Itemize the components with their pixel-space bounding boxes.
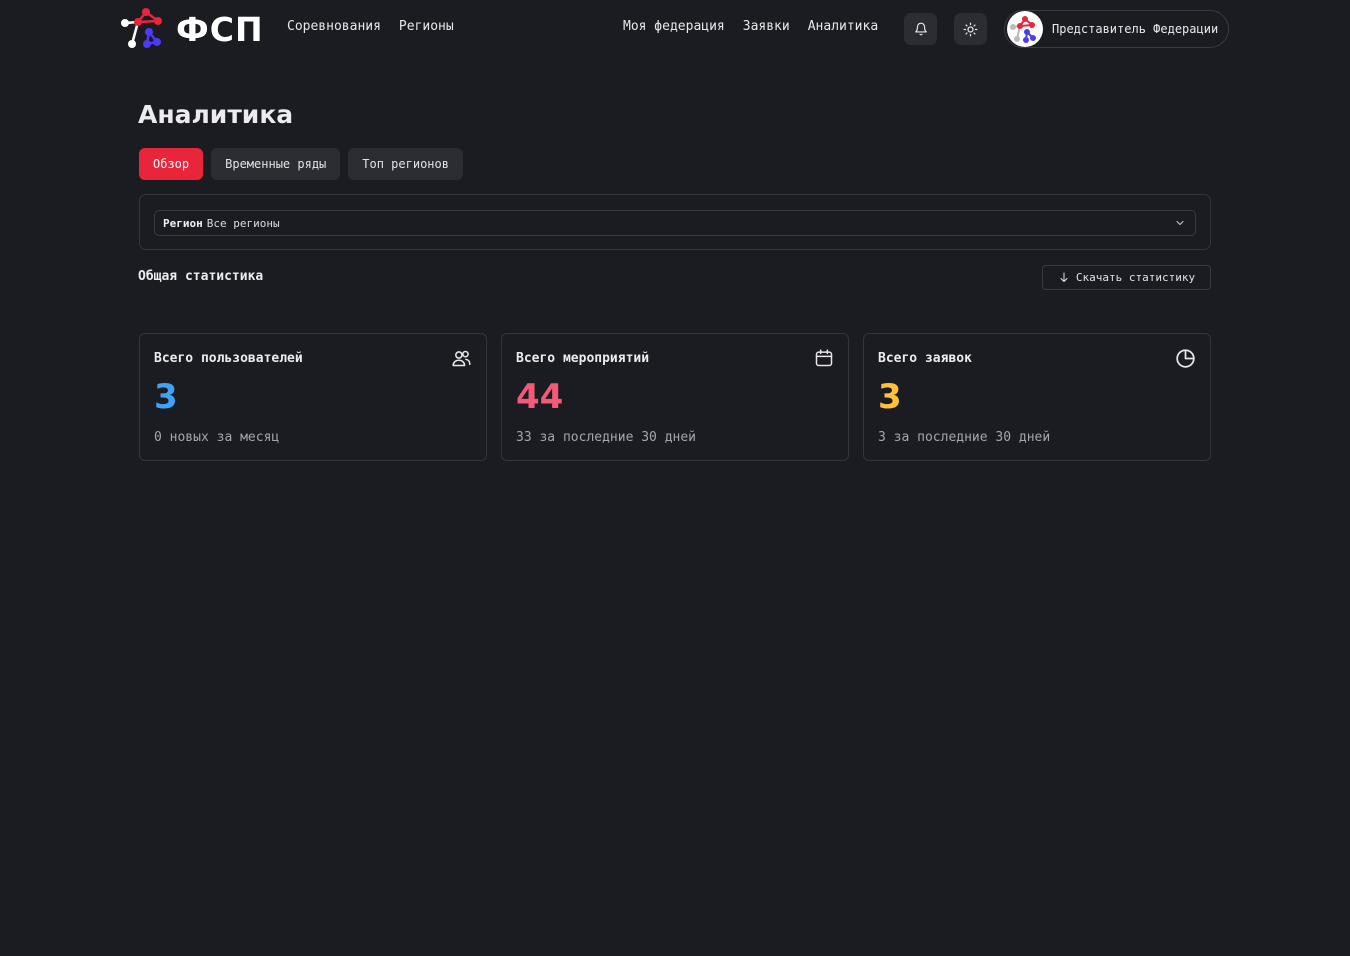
- main-nav: Соревнования Регионы: [287, 19, 454, 34]
- tab-top-regions[interactable]: Топ регионов: [348, 148, 463, 180]
- chevron-down-icon: [1176, 220, 1184, 226]
- nav-link-regions[interactable]: Регионы: [399, 19, 454, 34]
- theme-toggle-button[interactable]: [954, 13, 987, 45]
- stat-card-subtitle: 0 новых за месяц: [154, 430, 280, 445]
- stat-card-title: Всего заявок: [878, 351, 972, 366]
- region-select-value: Все регионы: [206, 216, 280, 230]
- bell-icon: [914, 22, 927, 36]
- nav-link-my-federation[interactable]: Моя федерация: [623, 19, 725, 34]
- nav-link-competitions[interactable]: Соревнования: [287, 19, 381, 34]
- notifications-button[interactable]: [904, 13, 937, 45]
- avatar: [1007, 11, 1043, 47]
- user-nav: Моя федерация Заявки Аналитика: [623, 19, 878, 34]
- nav-link-applications[interactable]: Заявки: [743, 19, 790, 34]
- user-menu[interactable]: Представитель Федерации: [1004, 10, 1229, 48]
- section-title: Общая статистика: [138, 269, 264, 284]
- download-stats-button[interactable]: Скачать статистику: [1042, 265, 1211, 290]
- stat-card-title: Всего пользователей: [154, 351, 303, 366]
- nav-link-analytics[interactable]: Аналитика: [808, 19, 878, 34]
- stat-card-value: 3: [878, 377, 902, 417]
- analytics-tabs: Обзор Временные ряды Топ регионов: [139, 148, 463, 180]
- stat-card-title: Всего мероприятий: [516, 351, 650, 366]
- stat-card-value: 3: [154, 377, 178, 417]
- tab-overview[interactable]: Обзор: [139, 148, 204, 180]
- pie-chart-icon: [1176, 349, 1195, 368]
- region-select[interactable]: Регион Все регионы: [154, 210, 1196, 236]
- region-select-label: Регион: [163, 216, 203, 230]
- filter-panel: Регион Все регионы: [139, 194, 1211, 250]
- users-icon: [452, 350, 471, 367]
- page-title: Аналитика: [138, 100, 294, 129]
- logo[interactable]: ФСП: [120, 6, 264, 52]
- stat-card-subtitle: 33 за последние 30 дней: [516, 430, 697, 445]
- logo-text: ФСП: [176, 9, 264, 49]
- stat-card-value: 44: [516, 377, 564, 417]
- sun-icon: [963, 22, 978, 36]
- avatar-logo-icon: [1010, 16, 1036, 43]
- stat-card-users: Всего пользователей 3 0 новых за месяц: [139, 333, 487, 461]
- top-navbar: ФСП Соревнования Регионы Моя федерация З…: [0, 0, 1350, 58]
- stat-card-applications: Всего заявок 3 3 за последние 30 дней: [863, 333, 1211, 461]
- user-name: Представитель Федерации: [1052, 22, 1219, 36]
- stat-card-events: Всего мероприятий 44 33 за последние 30 …: [501, 333, 849, 461]
- calendar-icon: [815, 349, 833, 367]
- download-stats-label: Скачать статистику: [1075, 271, 1196, 284]
- download-arrow-icon: [1060, 272, 1068, 282]
- logo-mark-icon: [121, 8, 162, 48]
- tab-time-series[interactable]: Временные ряды: [211, 148, 341, 180]
- stat-card-subtitle: 3 за последние 30 дней: [878, 430, 1051, 445]
